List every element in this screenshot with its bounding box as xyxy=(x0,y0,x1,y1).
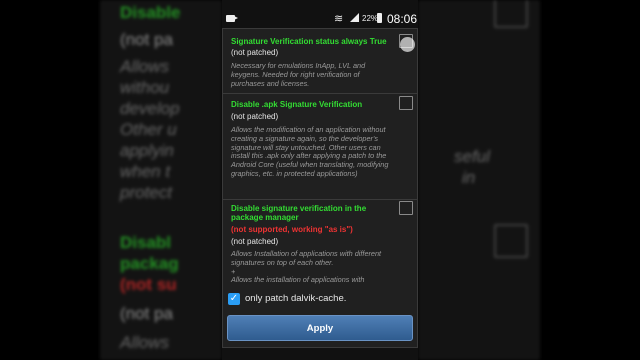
phone-screen: ≋ 22% 08:06 Signature Verification statu… xyxy=(222,0,418,360)
option-title: Disable .apk Signature Verification xyxy=(231,100,363,109)
apply-button[interactable]: Apply xyxy=(227,315,413,341)
bg-line: (not su xyxy=(120,275,177,294)
option-title: Signature Verification status always Tru… xyxy=(231,37,387,46)
signal-icon xyxy=(350,13,359,22)
clock: 08:06 xyxy=(387,12,418,26)
option-checkbox[interactable] xyxy=(399,96,413,110)
background-left-blur: Disable (not pa Allows withou develop Ot… xyxy=(100,0,222,360)
background-text-block: Disabl packag (not su (not pa Allows xyxy=(120,232,179,353)
option-description: Necessary for emulations InApp, LVL and … xyxy=(231,61,366,88)
patch-dialog: Signature Verification status always Tru… xyxy=(222,28,418,348)
bg-line: protect xyxy=(120,183,172,202)
option-state: (not patched) xyxy=(231,112,279,121)
bg-line: Other u xyxy=(120,120,177,139)
battery-icon xyxy=(377,13,382,23)
option-state: (not patched) xyxy=(231,237,279,246)
bg-line: Allows xyxy=(120,57,170,76)
option-description: Allows Installation of applications with… xyxy=(231,249,382,285)
bg-line: in xyxy=(462,168,476,187)
background-text-block: Disable (not pa Allows withou develop Ot… xyxy=(120,2,180,203)
background-right-blur: seful in xyxy=(418,0,540,360)
touch-indicator xyxy=(400,37,415,52)
video-cam-icon xyxy=(226,15,238,22)
option-disable-package-manager[interactable]: Disable signature verification in the pa… xyxy=(223,200,417,288)
option-description: Allows the modification of an applicatio… xyxy=(231,125,389,178)
bg-line: (not pa xyxy=(120,304,173,323)
bg-line: applyin xyxy=(120,141,174,160)
bg-line: Disable xyxy=(120,3,181,22)
option-signature-always-true[interactable]: Signature Verification status always Tru… xyxy=(223,29,417,94)
status-bar: ≋ 22% 08:06 xyxy=(222,8,418,28)
background-text-block: seful in xyxy=(454,146,490,188)
dalvik-cache-label: only patch dalvik-cache. xyxy=(245,293,347,304)
wifi-icon: ≋ xyxy=(334,13,344,25)
bg-line: Disabl xyxy=(120,233,172,252)
bg-line: packag xyxy=(120,254,179,273)
bg-line: seful xyxy=(454,147,490,166)
battery-percent: 22% xyxy=(362,14,379,23)
checkmark-icon[interactable]: ✓ xyxy=(228,293,240,305)
bg-line: when t xyxy=(120,162,171,181)
option-warning: (not supported, working "as is") xyxy=(231,225,353,234)
bg-checkbox xyxy=(494,0,528,28)
bg-line: (not pa xyxy=(120,30,173,49)
option-checkbox[interactable] xyxy=(399,201,413,215)
bg-line: Allows xyxy=(120,333,170,352)
option-disable-apk-signature[interactable]: Disable .apk Signature Verification (not… xyxy=(223,94,417,200)
option-state: (not patched) xyxy=(231,48,279,57)
option-title: Disable signature verification in the pa… xyxy=(231,204,367,222)
bg-checkbox xyxy=(494,224,528,258)
bg-line: develop xyxy=(120,99,180,118)
bg-line: withou xyxy=(120,78,170,97)
